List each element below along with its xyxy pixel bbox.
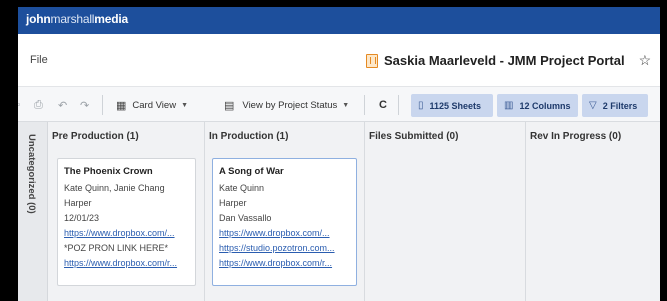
- toolbar-divider: [102, 95, 103, 115]
- column-header: In Production (1): [209, 131, 289, 142]
- project-card[interactable]: A Song of War Kate Quinn Harper Dan Vass…: [212, 158, 357, 286]
- card-link[interactable]: https://www.dropbox.com/...: [219, 226, 350, 241]
- view-by-button[interactable]: ▤ View by Project Status ▼: [224, 87, 349, 123]
- card-date: 12/01/23: [64, 213, 100, 223]
- toolbar: ▫ ⎙ ↶ ↷ ▦ Card View ▼ ▤ View by Project …: [18, 86, 660, 122]
- card-note: *POZ PRON LINK HERE*: [64, 243, 169, 253]
- card-link[interactable]: https://www.dropbox.com/r...: [64, 256, 189, 271]
- kanban-board: Uncategorized (0) Pre Production (1) The…: [18, 122, 660, 301]
- undo-icon[interactable]: ↶: [58, 87, 67, 123]
- column-files-submitted: Files Submitted (0): [365, 122, 526, 301]
- chevron-down-icon: ▼: [181, 101, 188, 109]
- redo-icon[interactable]: ↷: [80, 87, 89, 123]
- card-publisher: Harper: [64, 198, 92, 208]
- toolbar-divider: [398, 95, 399, 115]
- save-icon[interactable]: ▫: [18, 87, 20, 123]
- card-author: Kate Quinn, Janie Chang: [64, 183, 165, 193]
- card-title: A Song of War: [219, 166, 284, 177]
- card-link[interactable]: https://studio.pozotron.com...: [219, 241, 350, 256]
- lane-label: Uncategorized (0): [26, 134, 37, 214]
- card-view-icon: ▦: [116, 99, 127, 112]
- column-pre-production: Pre Production (1) The Phoenix Crown Kat…: [48, 122, 205, 301]
- column-header: Rev In Progress (0): [530, 131, 622, 142]
- column-header: Pre Production (1): [52, 131, 139, 142]
- lane-uncategorized[interactable]: Uncategorized (0): [18, 122, 48, 301]
- portal-header: Saskia Maarleveld - JMM Project Portal ☆: [366, 52, 651, 69]
- sheet-icon: [366, 53, 378, 68]
- card-link[interactable]: https://www.dropbox.com/...: [64, 226, 189, 241]
- filter-icon: ▽: [589, 100, 597, 111]
- card-link[interactable]: https://www.dropbox.com/r...: [219, 256, 350, 271]
- brand-bar: johnmarshallmedia: [18, 7, 660, 34]
- card-narrator: Dan Vassallo: [219, 213, 272, 223]
- chevron-down-icon: ▼: [342, 101, 350, 109]
- sheets-button[interactable]: ▯ 1125 Sheets: [411, 94, 493, 117]
- card-publisher: Harper: [219, 198, 247, 208]
- table-icon: ▤: [224, 99, 235, 112]
- refresh-button[interactable]: C: [379, 87, 387, 123]
- brand-logo[interactable]: johnmarshallmedia: [26, 12, 128, 26]
- toolbar-divider: [364, 95, 365, 115]
- card-author: Kate Quinn: [219, 183, 265, 193]
- print-icon[interactable]: ⎙: [34, 87, 43, 123]
- file-menu[interactable]: File: [30, 54, 48, 66]
- card-view-button[interactable]: ▦ Card View ▼: [116, 87, 188, 123]
- column-in-production: In Production (1) A Song of War Kate Qui…: [205, 122, 365, 301]
- star-icon[interactable]: ☆: [639, 52, 652, 69]
- sheets-icon: ▯: [418, 100, 424, 111]
- menu-bar: File Saskia Maarleveld - JMM Project Por…: [18, 34, 660, 86]
- portal-title: Saskia Maarleveld - JMM Project Portal: [384, 53, 625, 68]
- project-card[interactable]: The Phoenix Crown Kate Quinn, Janie Chan…: [57, 158, 196, 286]
- column-header: Files Submitted (0): [369, 131, 459, 142]
- app-window: johnmarshallmedia File Saskia Maarleveld…: [18, 7, 660, 301]
- filters-button[interactable]: ▽ 2 Filters: [582, 94, 648, 117]
- card-title: The Phoenix Crown: [64, 166, 153, 177]
- columns-button[interactable]: ▥ 12 Columns: [497, 94, 578, 117]
- column-rev-in-progress: Rev In Progress (0): [526, 122, 660, 301]
- columns-icon: ▥: [504, 100, 514, 111]
